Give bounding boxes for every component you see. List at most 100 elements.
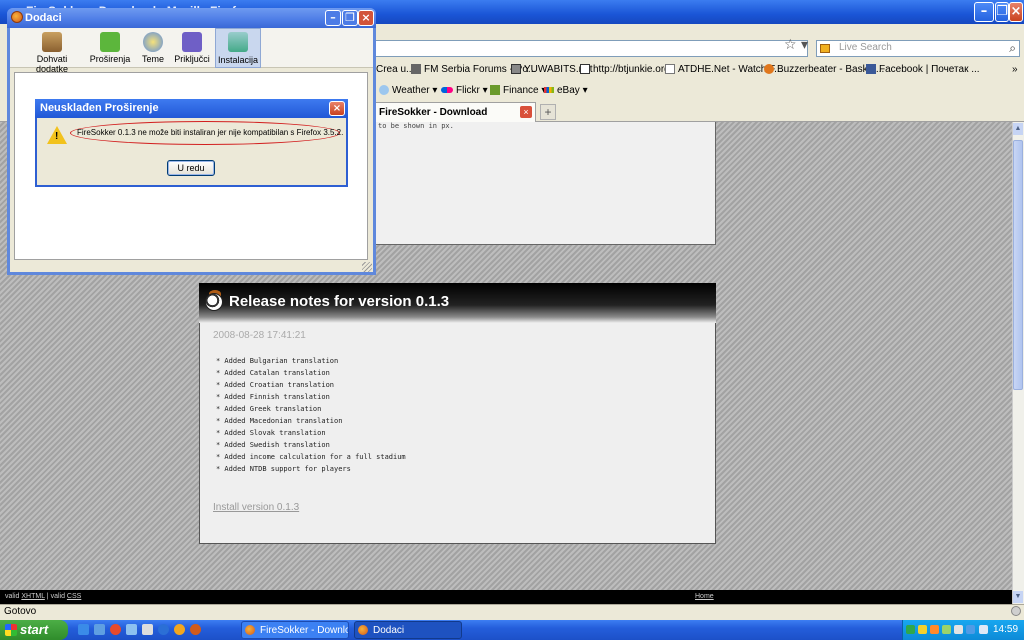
windows-logo-icon <box>5 624 17 636</box>
maximize-button[interactable]: ❐ <box>995 2 1009 22</box>
dialog-message: FireSokker 0.1.3 ne može biti instaliran… <box>77 128 344 137</box>
soccer-ball-icon <box>205 293 223 311</box>
toolbar-label: Teme <box>141 54 164 64</box>
flickr-icon <box>441 87 453 93</box>
firefox-icon <box>11 11 23 23</box>
tray-icon[interactable] <box>906 625 915 634</box>
search-box[interactable]: Live Search ⌕ <box>816 40 1020 57</box>
task-label: FireSokker - Downloa... <box>260 625 348 636</box>
quicklaunch-icon[interactable] <box>94 624 105 635</box>
note-item: * Added Croatian translation <box>216 381 335 389</box>
tray-icon[interactable] <box>942 625 951 634</box>
tab-firesokker[interactable]: FireSokker - Download <box>372 102 536 122</box>
extensions-icon <box>100 32 120 52</box>
status-text: Gotovo <box>4 606 37 617</box>
resize-grip-icon[interactable] <box>362 262 372 272</box>
volume-icon[interactable] <box>979 625 988 634</box>
status-bar <box>0 604 1024 620</box>
quicklaunch-icon[interactable] <box>158 624 169 635</box>
ebay-button[interactable]: eBay ▾ <box>544 85 588 99</box>
panel-text: to be shown in px. <box>378 122 454 130</box>
weather-icon <box>379 85 389 95</box>
close-button[interactable]: × <box>1009 2 1023 22</box>
scroll-down-arrow-icon[interactable]: ▼ <box>1013 591 1023 603</box>
ebay-icon <box>544 87 554 93</box>
quicklaunch-icon[interactable] <box>142 624 153 635</box>
note-item: * Added Catalan translation <box>216 369 330 377</box>
ok-button[interactable]: U redu <box>167 160 215 176</box>
facebook-icon <box>866 64 876 74</box>
tray-icon[interactable] <box>966 625 975 634</box>
bookmark-item[interactable]: http://btjunkie.org <box>580 64 670 78</box>
install-link[interactable]: Install version 0.1.3 <box>213 502 299 513</box>
quicklaunch-icon[interactable] <box>174 624 185 635</box>
ebay-label: eBay <box>557 85 580 96</box>
tray-icon[interactable] <box>930 625 939 634</box>
bookmark-item[interactable]: Facebook | Почетак ... <box>866 64 980 78</box>
addons-titlebar[interactable] <box>7 8 376 28</box>
forum-icon <box>411 64 421 74</box>
url-bar[interactable] <box>372 40 808 57</box>
task-label: Dodaci <box>373 625 405 636</box>
warning-mark: ! <box>55 131 59 142</box>
get-addons-icon <box>42 32 62 52</box>
scroll-up-arrow-icon[interactable]: ▲ <box>1013 123 1023 135</box>
note-item: * Added Bulgarian translation <box>216 357 339 365</box>
addons-minimize-button[interactable]: – <box>325 10 341 26</box>
themes-icon <box>143 32 163 52</box>
page-icon <box>665 64 675 74</box>
bookmarks-overflow-button[interactable]: » <box>1012 64 1018 75</box>
page-footer <box>0 590 1012 604</box>
addons-title: Dodaci <box>25 12 62 24</box>
note-item: * Added Macedonian translation <box>216 417 343 425</box>
note-item: * Added Finnish translation <box>216 393 330 401</box>
note-item: * Added Greek translation <box>216 405 322 413</box>
weather-label: Weather <box>392 85 430 96</box>
release-title: Release notes for version 0.1.3 <box>229 293 450 310</box>
task-firesokker[interactable]: FireSokker - Downloa... <box>241 621 349 639</box>
page-icon <box>580 64 590 74</box>
finance-label: Finance <box>503 85 539 96</box>
tab-close-icon[interactable]: × <box>520 106 532 118</box>
bookmark-star-icon[interactable]: ☆ ▾ <box>784 37 808 53</box>
search-icon[interactable]: ⌕ <box>1009 41 1016 56</box>
search-engine-icon[interactable] <box>820 44 830 53</box>
dialog-close-button[interactable]: × <box>329 101 345 116</box>
note-item: * Added NTDB support for players <box>216 465 351 473</box>
quicklaunch-opera-icon[interactable] <box>110 624 121 635</box>
addons-close-button[interactable]: × <box>358 10 374 26</box>
valid-label: valid <box>5 593 20 600</box>
footer-separator: | <box>46 593 49 600</box>
taskbar <box>0 620 1024 640</box>
addons-maximize-button[interactable]: ❐ <box>342 10 358 26</box>
flickr-button[interactable]: Flickr ▾ <box>441 85 488 99</box>
tray-icon[interactable] <box>918 625 927 634</box>
finance-button[interactable]: Finance ▾ <box>490 85 546 99</box>
minimize-button[interactable]: – <box>974 2 994 22</box>
footer-validation: valid XHTML | valid CSS <box>5 593 81 600</box>
firefox-icon <box>245 625 255 635</box>
search-placeholder: Live Search <box>839 42 892 53</box>
plugins-icon <box>182 32 202 52</box>
tab-label: FireSokker - Download <box>379 107 488 118</box>
tray-icon[interactable] <box>954 625 963 634</box>
install-icon <box>228 32 248 52</box>
home-link[interactable]: Home <box>695 593 714 600</box>
clock: 14:59 <box>993 624 1019 635</box>
scrollbar-thumb[interactable] <box>1013 140 1023 390</box>
note-item: * Added Swedish translation <box>216 441 330 449</box>
release-notes-list: * Added Bulgarian translation * Added Ca… <box>216 355 406 475</box>
quicklaunch-icon[interactable] <box>126 624 137 635</box>
weather-button[interactable]: Weather ▾ <box>379 85 437 99</box>
xhtml-link[interactable]: XHTML <box>21 593 44 600</box>
basketball-icon <box>764 64 774 74</box>
task-dodaci[interactable]: Dodaci <box>354 621 462 639</box>
css-link[interactable]: CSS <box>67 593 81 600</box>
bookmark-label: http://btjunkie.org <box>593 64 670 75</box>
quicklaunch-firefox-icon[interactable] <box>190 624 201 635</box>
new-tab-button[interactable]: + <box>540 104 556 120</box>
quicklaunch-ie-icon[interactable] <box>78 624 89 635</box>
toolbar-label: Proširenja <box>89 54 131 64</box>
start-label: start <box>20 622 49 637</box>
bookmark-item[interactable]: Crea u... <box>376 64 414 78</box>
